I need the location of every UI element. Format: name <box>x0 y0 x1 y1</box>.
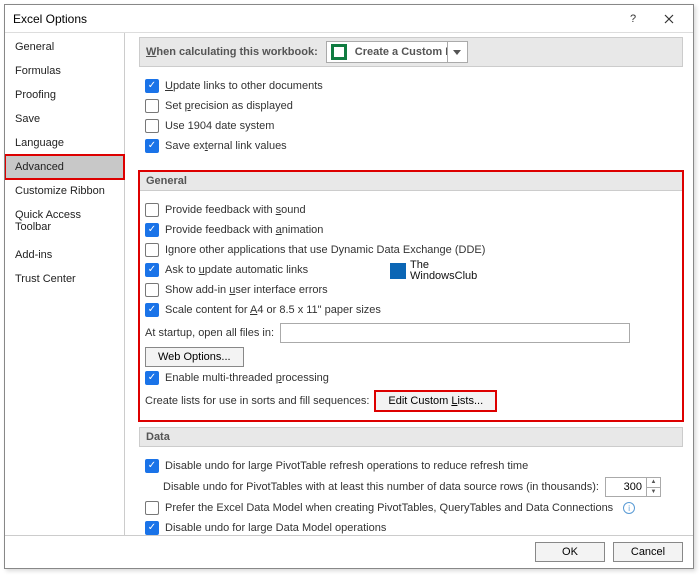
checkbox-addin-errors[interactable] <box>145 283 159 297</box>
calc-section-body: Update links to other documents Set prec… <box>139 67 683 165</box>
checkbox-sound[interactable] <box>145 203 159 217</box>
sidebar-item-proofing[interactable]: Proofing <box>5 83 124 107</box>
opt-label: Disable undo for large PivotTable refres… <box>165 460 528 472</box>
checkbox-dm-undo[interactable] <box>145 521 159 535</box>
opt-label: Disable undo for large Data Model operat… <box>165 522 386 534</box>
spinner-down-icon[interactable]: ▼ <box>647 488 660 497</box>
pivot-rows-spinner[interactable]: ▲▼ <box>605 477 661 497</box>
data-section-head: Data <box>139 427 683 447</box>
opt-label: Show add-in user interface errors <box>165 284 328 296</box>
data-section-body: Disable undo for large PivotTable refres… <box>139 447 683 535</box>
checkbox-precision[interactable] <box>145 99 159 113</box>
sidebar-item-save[interactable]: Save <box>5 107 124 131</box>
startup-path-input[interactable] <box>280 323 630 343</box>
startup-label: At startup, open all files in: <box>145 327 274 339</box>
sidebar-item-general[interactable]: General <box>5 35 124 59</box>
opt-label: Enable multi-threaded processing <box>165 372 329 384</box>
general-section-highlight: General Provide feedback with sound Prov… <box>139 171 683 421</box>
checkbox-dde[interactable] <box>145 243 159 257</box>
opt-label: Scale content for A4 or 8.5 x 11" paper … <box>165 304 381 316</box>
opt-label: Provide feedback with animation <box>165 224 323 236</box>
titlebar: Excel Options ? <box>5 5 693 33</box>
checkbox-scale[interactable] <box>145 303 159 317</box>
chevron-down-icon <box>447 42 467 62</box>
checkbox-multithread[interactable] <box>145 371 159 385</box>
opt-label: Use 1904 date system <box>165 120 274 132</box>
spinner-up-icon[interactable]: ▲ <box>647 478 660 488</box>
checkbox-animation[interactable] <box>145 223 159 237</box>
checkbox-ext-link[interactable] <box>145 139 159 153</box>
opt-label: Provide feedback with sound <box>165 204 306 216</box>
dialog-footer: OK Cancel <box>5 535 693 568</box>
custom-lists-label: Create lists for use in sorts and fill s… <box>145 395 369 407</box>
sidebar-item-customize-ribbon[interactable]: Customize Ribbon <box>5 179 124 203</box>
calc-head-label: When calculating this workbook: <box>146 46 318 58</box>
checkbox-auto-links[interactable] <box>145 263 159 277</box>
calc-section-head: When calculating this workbook: Create a… <box>139 37 683 67</box>
cancel-button[interactable]: Cancel <box>613 542 683 562</box>
checkbox-1904[interactable] <box>145 119 159 133</box>
web-options-button[interactable]: Web Options... <box>145 347 244 367</box>
sidebar-item-advanced[interactable]: Advanced <box>5 155 124 179</box>
sidebar-item-language[interactable]: Language <box>5 131 124 155</box>
opt-label: Prefer the Excel Data Model when creatin… <box>165 502 613 514</box>
workbook-select-value: Create a Custom Li... <box>351 46 447 58</box>
opt-label: Ask to update automatic links <box>165 264 308 276</box>
sidebar-item-add-ins[interactable]: Add-ins <box>5 243 124 267</box>
pivot-rows-label: Disable undo for PivotTables with at lea… <box>163 481 599 493</box>
sidebar-item-quick-access-toolbar[interactable]: Quick Access Toolbar <box>5 203 124 239</box>
checkbox-pivot-undo[interactable] <box>145 459 159 473</box>
edit-custom-lists-button[interactable]: Edit Custom Lists... <box>375 391 496 411</box>
opt-label: Set precision as displayed <box>165 100 293 112</box>
pivot-rows-input[interactable] <box>606 478 646 496</box>
window-title: Excel Options <box>13 12 615 26</box>
help-button[interactable]: ? <box>615 6 651 32</box>
excel-icon <box>331 44 347 60</box>
sidebar: General Formulas Proofing Save Language … <box>5 33 125 535</box>
close-button[interactable] <box>651 6 687 32</box>
checkbox-prefer-dm[interactable] <box>145 501 159 515</box>
general-section-body: Provide feedback with sound Provide feed… <box>139 191 683 421</box>
info-icon[interactable]: i <box>623 502 635 514</box>
workbook-select[interactable]: Create a Custom Li... <box>326 41 468 63</box>
opt-label: Ignore other applications that use Dynam… <box>165 244 485 256</box>
opt-label: Save external link values <box>165 140 287 152</box>
checkbox-update-links[interactable] <box>145 79 159 93</box>
main-panel: When calculating this workbook: Create a… <box>125 33 693 535</box>
opt-label: Update links to other documents <box>165 80 323 92</box>
sidebar-item-trust-center[interactable]: Trust Center <box>5 267 124 291</box>
excel-options-dialog: Excel Options ? General Formulas Proofin… <box>4 4 694 569</box>
sidebar-item-formulas[interactable]: Formulas <box>5 59 124 83</box>
ok-button[interactable]: OK <box>535 542 605 562</box>
general-section-head: General <box>139 171 683 191</box>
